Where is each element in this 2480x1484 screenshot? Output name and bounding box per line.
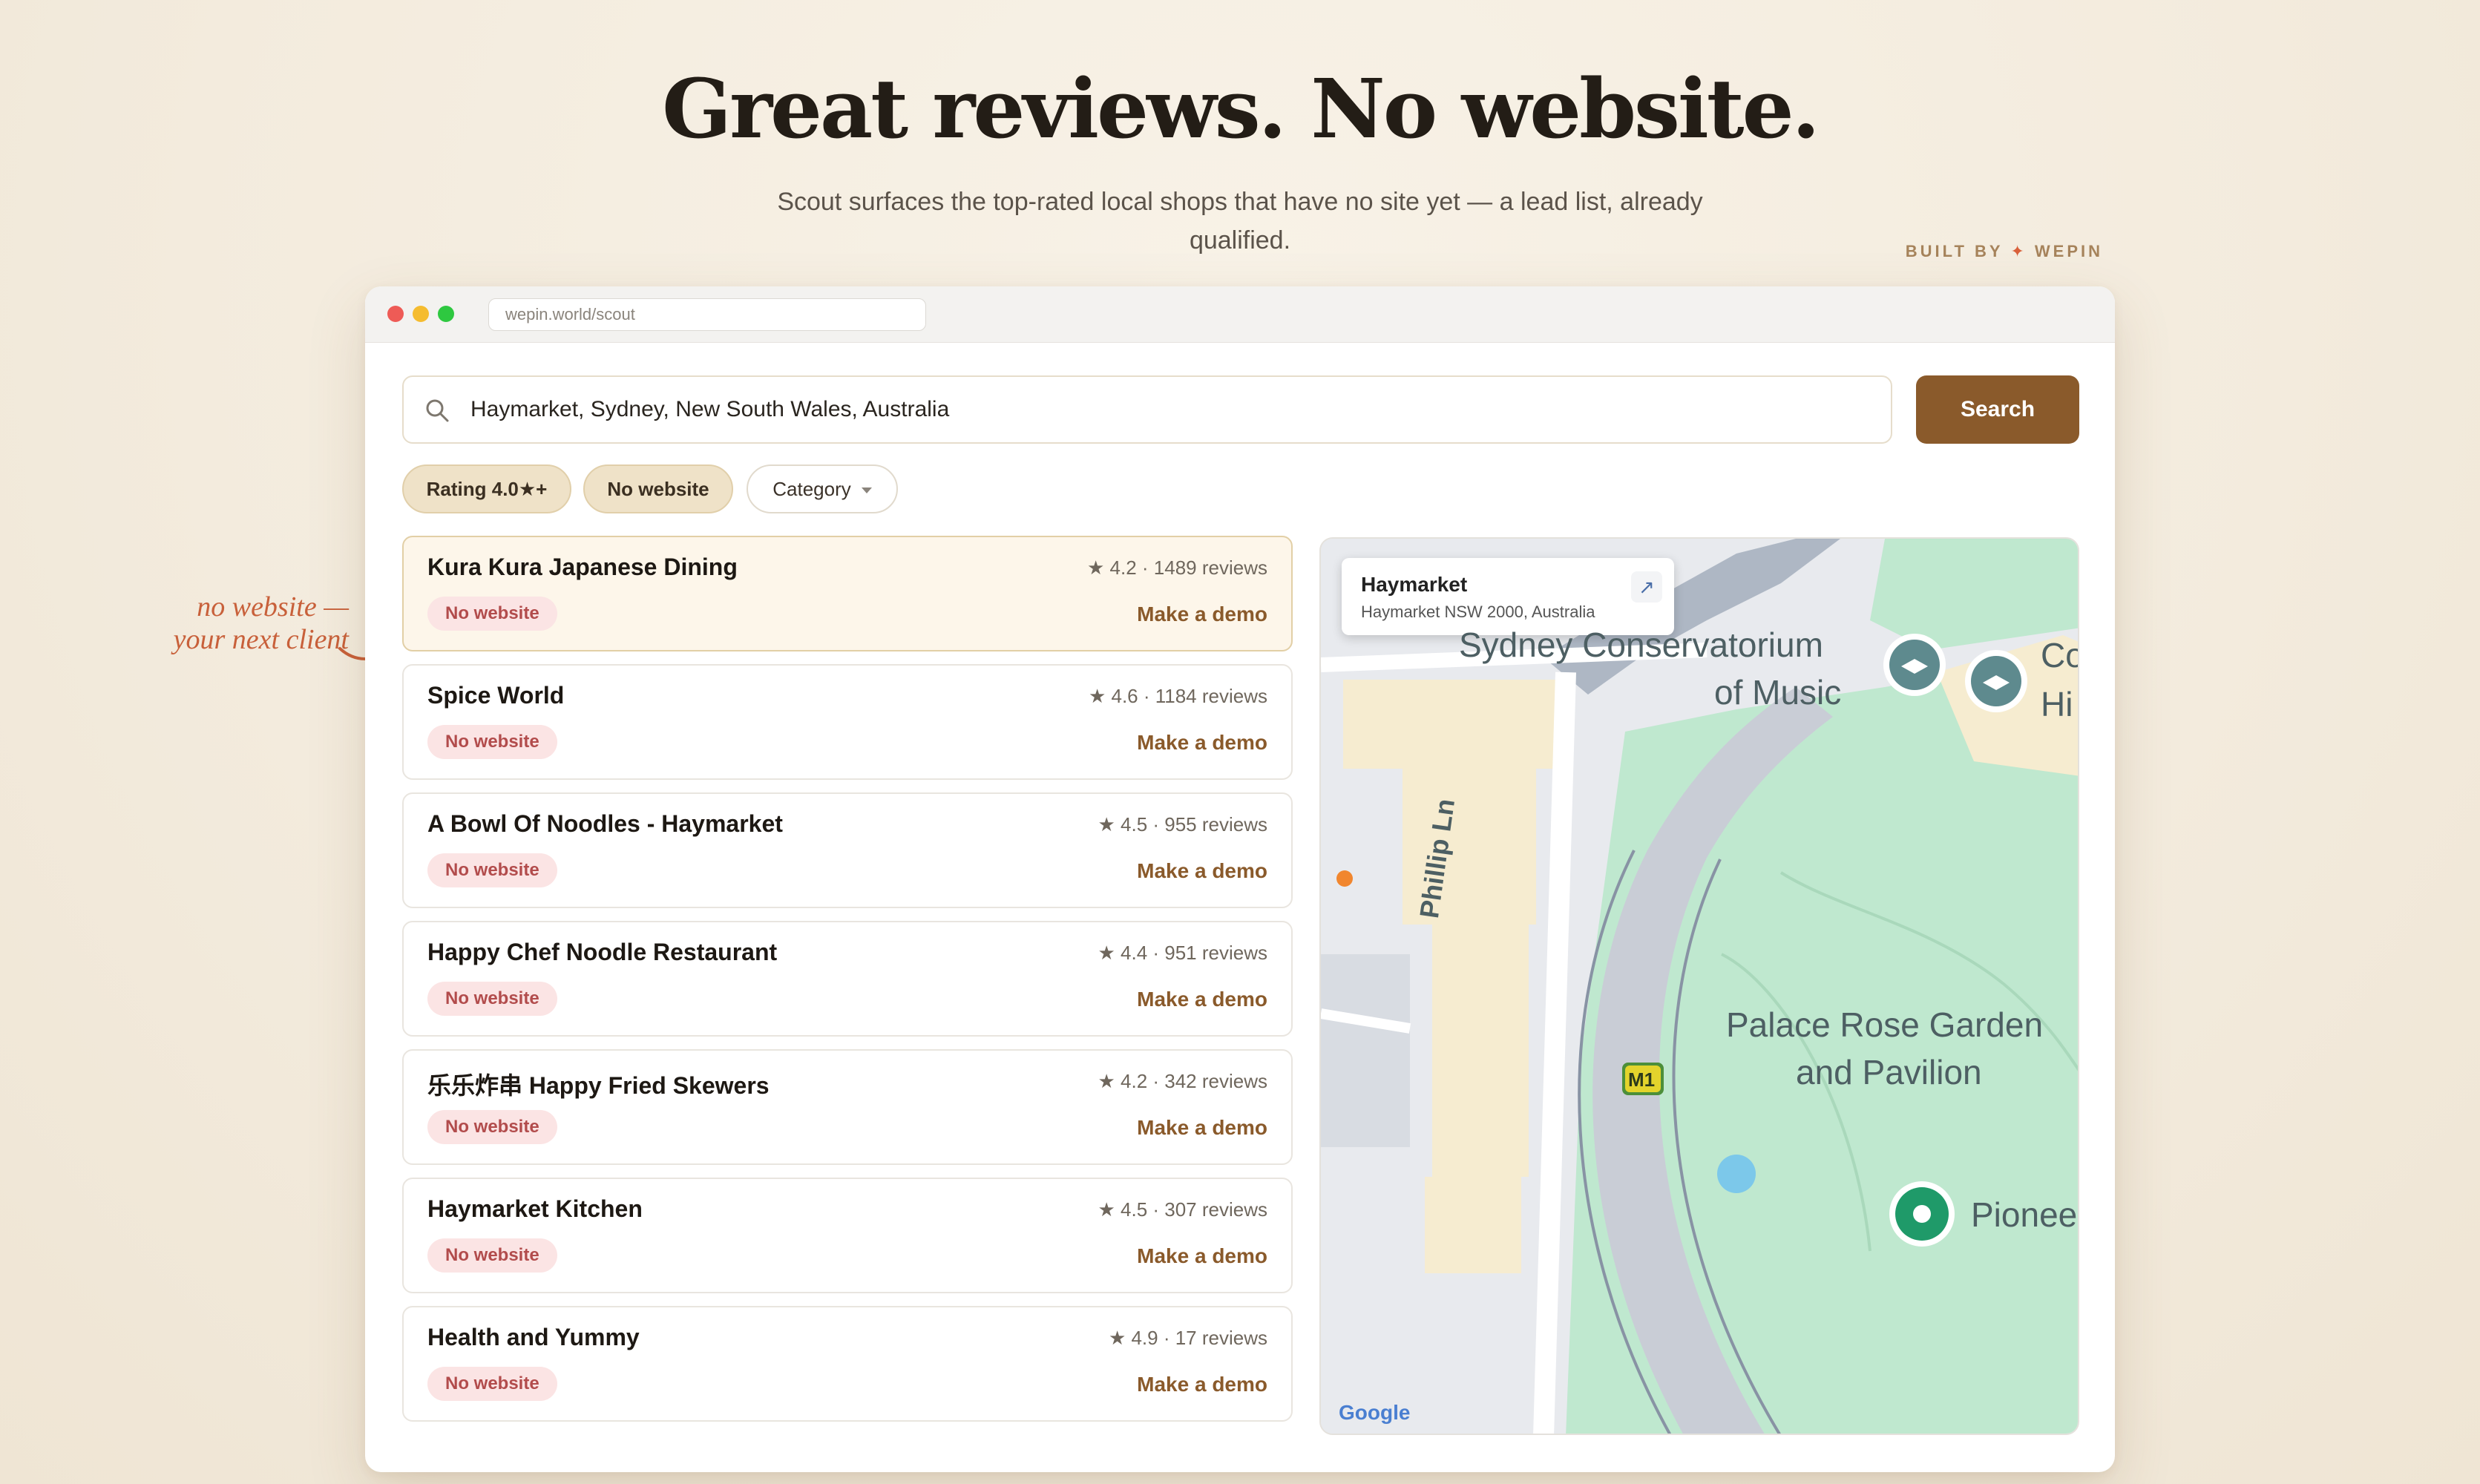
result-card[interactable]: A Bowl Of Noodles - Haymarket ★ 4.5 · 95…: [402, 792, 1293, 908]
google-logo: Google: [1339, 1401, 1410, 1425]
filter-chip-rating[interactable]: Rating 4.0★+: [402, 464, 571, 513]
make-demo-link[interactable]: Make a demo: [1137, 988, 1267, 1011]
location-search-box[interactable]: [402, 375, 1892, 444]
built-by-prefix: BUILT BY: [1905, 242, 2004, 260]
hero-title: Great reviews. No website.: [662, 61, 1820, 157]
make-demo-link[interactable]: Make a demo: [1137, 1244, 1267, 1268]
location-popup[interactable]: Haymarket Haymarket NSW 2000, Australia …: [1342, 558, 1674, 635]
make-demo-link[interactable]: Make a demo: [1137, 731, 1267, 755]
motorway-shield: M1: [1628, 1068, 1656, 1091]
map-label-edge-1: Co: [2041, 636, 2078, 674]
open-external-icon[interactable]: ↗: [1631, 571, 1662, 603]
no-website-badge: No website: [427, 1367, 557, 1401]
no-website-badge: No website: [427, 725, 557, 759]
category-label: Category: [772, 478, 851, 500]
location-search-input[interactable]: [470, 377, 1866, 442]
make-demo-link[interactable]: Make a demo: [1137, 1116, 1267, 1140]
result-rating: ★ 4.5 · 307 reviews: [1098, 1198, 1267, 1221]
map-label-edge-2: Hi: [2041, 685, 2073, 723]
map-label-pioneer: Pionee: [1971, 1195, 2078, 1234]
result-name: Haymarket Kitchen: [427, 1195, 643, 1222]
result-name: Happy Chef Noodle Restaurant: [427, 939, 778, 965]
hero-subtitle: Scout surfaces the top-rated local shops…: [777, 188, 1703, 255]
map-label-conservatorium-2: of Music: [1714, 673, 1842, 712]
result-card[interactable]: Spice World ★ 4.6 · 1184 reviews No webs…: [402, 664, 1293, 780]
google-attribution: Google: [1339, 1401, 1411, 1424]
no-website-badge: No website: [427, 1238, 557, 1273]
browser-window: wepin.world/scout Search Rating 4.0★+ No…: [365, 286, 2115, 1472]
result-card[interactable]: Kura Kura Japanese Dining ★ 4.2 · 1489 r…: [402, 536, 1293, 651]
result-card[interactable]: Health and Yummy ★ 4.9 · 17 reviews No w…: [402, 1306, 1293, 1422]
make-demo-link[interactable]: Make a demo: [1137, 603, 1267, 626]
result-name: Kura Kura Japanese Dining: [427, 554, 738, 580]
built-by-credit[interactable]: BUILT BY ✦ WEPIN: [1906, 242, 2103, 261]
result-rating: ★ 4.2 · 1489 reviews: [1087, 556, 1267, 579]
browser-titlebar: wepin.world/scout: [365, 286, 2115, 343]
search-icon: [426, 399, 449, 422]
result-rating: ★ 4.9 · 17 reviews: [1108, 1327, 1267, 1349]
map-tiles: [1321, 539, 2078, 1434]
built-by-brand: WEPIN: [2034, 242, 2103, 260]
filter-dropdown-category[interactable]: Category: [747, 464, 898, 513]
annotation-line-1: no website —: [197, 591, 349, 623]
make-demo-link[interactable]: Make a demo: [1137, 859, 1267, 883]
map-label-garden: Palace Rose Garden: [1726, 1005, 2044, 1044]
chevron-down-icon: [861, 487, 872, 494]
map-label-garden-2: and Pavilion: [1796, 1053, 1982, 1091]
result-name: A Bowl Of Noodles - Haymarket: [427, 810, 783, 837]
search-button[interactable]: Search: [1916, 375, 2079, 444]
make-demo-link[interactable]: Make a demo: [1137, 1373, 1267, 1396]
popup-title: Haymarket: [1361, 573, 1468, 596]
result-card[interactable]: Happy Chef Noodle Restaurant ★ 4.4 · 951…: [402, 921, 1293, 1037]
no-website-badge: No website: [427, 853, 557, 887]
map-label-conservatorium: Sydney Conservatorium: [1459, 626, 1823, 664]
result-rating: ★ 4.2 · 342 reviews: [1098, 1070, 1267, 1092]
annotation-line-2: your next client: [173, 624, 349, 655]
page: Great reviews. No website. Scout surface…: [0, 0, 2480, 1484]
no-website-badge: No website: [427, 597, 557, 631]
map-view[interactable]: Haymarket Haymarket NSW 2000, Australia …: [1319, 537, 2079, 1435]
result-name: Health and Yummy: [427, 1324, 640, 1350]
result-rating: ★ 4.4 · 951 reviews: [1098, 942, 1267, 964]
no-website-badge: No website: [427, 1110, 557, 1144]
result-rating: ★ 4.5 · 955 reviews: [1098, 813, 1267, 835]
result-name: 乐乐炸串 Happy Fried Skewers: [427, 1072, 770, 1099]
result-rating: ★ 4.6 · 1184 reviews: [1088, 685, 1267, 707]
maximize-window-button[interactable]: [438, 306, 454, 322]
close-window-button[interactable]: [387, 306, 404, 322]
result-name: Spice World: [427, 682, 565, 709]
url-bar[interactable]: wepin.world/scout: [488, 298, 926, 331]
filter-chip-no-website[interactable]: No website: [583, 464, 733, 513]
minimize-window-button[interactable]: [413, 306, 429, 322]
popup-address: Haymarket NSW 2000, Australia: [1361, 603, 1595, 621]
result-card[interactable]: Haymarket Kitchen ★ 4.5 · 307 reviews No…: [402, 1178, 1293, 1293]
result-card[interactable]: 乐乐炸串 Happy Fried Skewers ★ 4.2 · 342 rev…: [402, 1049, 1293, 1165]
spark-icon: ✦: [2010, 242, 2027, 260]
no-website-badge: No website: [427, 982, 557, 1016]
annotation: no website — your next client: [111, 591, 349, 656]
